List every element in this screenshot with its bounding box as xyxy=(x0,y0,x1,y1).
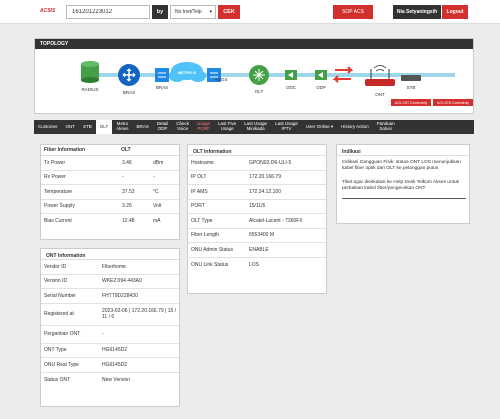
table-row: Fiber Length 6553400 M xyxy=(188,229,326,243)
tab-olt[interactable]: OLT xyxy=(95,120,113,134)
radius-db-icon xyxy=(81,61,99,83)
indikasi-text-2: Tiket agar dieskalasi ke Help Desk Telko… xyxy=(342,180,460,191)
table-row: OLT Type Alcatel-Lucent - 7360FX xyxy=(188,214,326,229)
logout-button[interactable]: Logout xyxy=(442,5,468,19)
node-label-metro: METRO-E xyxy=(178,70,197,75)
node-label-bras-2: BRAS xyxy=(156,85,168,90)
tab-panduan-solusi[interactable]: Panduan Solusi xyxy=(373,120,399,134)
node-label-odp: ODP xyxy=(316,85,326,90)
table-row: Rx Power - - xyxy=(41,171,179,185)
stb-device-icon xyxy=(401,75,421,81)
tab-metro-akses[interactable]: Metro Akses xyxy=(112,120,132,134)
olt-node-icon xyxy=(249,65,269,85)
indikasi-title: Indikasi xyxy=(337,145,469,156)
tab-usage-pcrf[interactable]: Usage PCRF xyxy=(193,120,214,134)
search-type-select[interactable]: No Inet/Telp ▾ xyxy=(170,5,216,19)
odc-node-icon xyxy=(285,70,297,80)
table-row: IP OLT 172.20.166.79 xyxy=(188,171,326,185)
node-label-aggs: AGGS xyxy=(214,77,227,82)
fiber-info-panel: Fiber Information OLT Tx Power 3.46 dBm … xyxy=(40,144,180,240)
ont-info-title: ONT Information xyxy=(41,249,179,260)
ont-info-panel: ONT Information Vendor ID Fiberhome Vers… xyxy=(40,248,180,407)
topology-diagram: RADIUS BRAS BRAS METRO-E AGGS OLT ODC OD… xyxy=(81,61,473,106)
top-bar: ACSIS by No Inet/Telp ▾ CEK SOP ACS Nia … xyxy=(0,0,500,24)
table-row: ONU Real Type HG6145D2 xyxy=(41,358,179,373)
table-row: Temperature 37.53 °C xyxy=(41,185,179,200)
table-row: ONU Link Status LOS xyxy=(191,261,260,268)
bras-router-icon xyxy=(118,64,140,86)
tab-detail-odp[interactable]: Detail ODP xyxy=(153,120,173,134)
olt-info-panel: OLT Information Hostname GPON02-D6-ULI-5… xyxy=(187,144,327,294)
fiber-info-col: OLT xyxy=(121,147,131,153)
tab-last-usage-iptv[interactable]: Last Usage IPTV xyxy=(271,120,302,134)
tab-history-action[interactable]: History Action xyxy=(337,120,373,134)
table-row: PORT 15/11/6 xyxy=(188,200,326,214)
table-row: Hostname GPON02-D6-ULI-5 xyxy=(188,156,326,171)
badge-stb-connectivity-label: ACS-STB Connectivity xyxy=(437,101,469,105)
table-row: Serial Number FHTT9D228430 xyxy=(41,289,179,304)
chevron-down-icon: ▾ xyxy=(209,9,212,15)
fiber-info-title: Fiber Information xyxy=(44,147,86,153)
tab-ont[interactable]: ONT xyxy=(62,120,80,134)
node-label-stb: STB xyxy=(407,85,416,90)
node-label-odc: ODC xyxy=(286,85,297,90)
tab-user-online[interactable]: User Online ▾ xyxy=(302,120,337,134)
olt-info-title: OLT Information xyxy=(188,145,326,156)
check-button[interactable]: CEK xyxy=(218,5,240,19)
table-row: Bias Current 12.48 mA xyxy=(44,218,161,225)
table-row: ONU Admin Status ENABLE xyxy=(188,243,326,258)
node-label-radius: RADIUS xyxy=(81,87,98,92)
node-label-bras: BRAS xyxy=(123,90,135,95)
search-input[interactable] xyxy=(66,5,150,19)
tab-last-five-usage[interactable]: Last Five Usage xyxy=(214,120,240,134)
app-logo: ACSIS xyxy=(40,8,56,14)
search-type-value: No Inet/Telp xyxy=(175,9,202,15)
table-row: ONT Type HG6145D2 xyxy=(41,344,179,358)
indikasi-panel: Indikasi Indikasi Gangguan Fisik: status… xyxy=(336,144,470,224)
table-row: Version ID WKE2.094.443A0 xyxy=(41,275,179,289)
node-label-olt: OLT xyxy=(255,89,264,94)
by-label: by xyxy=(152,5,168,19)
table-row: Vendor ID Fiberhome xyxy=(41,260,179,275)
indikasi-text-1: Indikasi Gangguan Fisik: status ONT LOS … xyxy=(342,160,461,171)
fiber-info-header: Fiber Information OLT xyxy=(41,145,179,156)
tab-bras[interactable]: BRAS xyxy=(132,120,152,134)
indikasi-divider xyxy=(342,198,466,199)
tab-check-voice[interactable]: Check Voice xyxy=(172,120,193,134)
table-row: Pergantian ONT - xyxy=(41,326,179,344)
table-row: Tx Power 3.46 dBm xyxy=(41,156,179,171)
sop-button[interactable]: SOP ACS xyxy=(333,5,373,19)
odp-node-icon xyxy=(315,70,327,80)
user-name: Nia Setyaningsih xyxy=(393,5,441,19)
node-label-ont: ONT xyxy=(375,92,385,97)
table-row: Power Supply 3.26 Volt xyxy=(41,200,179,214)
tab-last-usage-minikada[interactable]: Last Usage Minikada xyxy=(240,120,271,134)
table-row: Registered at 2023-02-06 | 172.20.166.79… xyxy=(41,304,179,326)
bras-switch-icon xyxy=(155,68,169,82)
table-row: Status ONT New Version xyxy=(44,376,131,383)
topology-card: TOPOLOGY RADIUS BRAS BRAS METRO-E AGGS O… xyxy=(34,38,474,114)
badge-ont-connectivity-label: ACS-ONT Connectivity xyxy=(395,101,428,105)
tab-customer[interactable]: Customer xyxy=(34,120,62,134)
topology-title: TOPOLOGY xyxy=(35,39,473,49)
table-row: IP AMS 172.24.12.100 xyxy=(188,185,326,200)
tab-stb[interactable]: STB xyxy=(79,120,96,134)
tab-bar: Customer ONT STB OLT Metro Akses BRAS De… xyxy=(34,120,474,134)
